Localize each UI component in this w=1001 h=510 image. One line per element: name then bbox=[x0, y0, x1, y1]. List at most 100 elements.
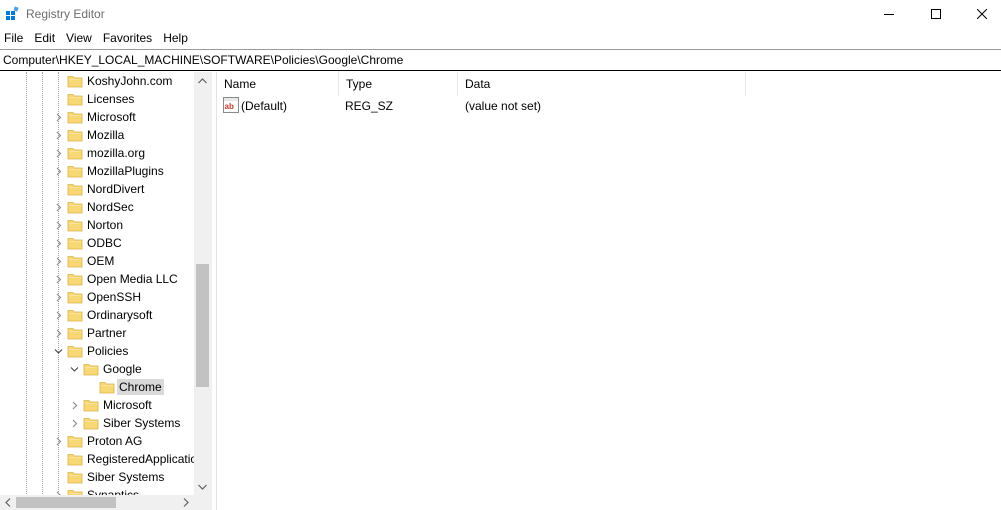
values-list[interactable]: Name Type Data ab (Default) REG_SZ (valu… bbox=[217, 72, 1001, 510]
chevron-right-icon[interactable] bbox=[54, 203, 63, 212]
folder-icon bbox=[67, 436, 83, 448]
menu-view[interactable]: View bbox=[61, 29, 98, 48]
menu-edit[interactable]: Edit bbox=[29, 29, 61, 48]
tree-item-label: Open Media LLC bbox=[87, 272, 178, 286]
folder-icon bbox=[67, 76, 83, 88]
tree-item[interactable]: Open Media LLC bbox=[0, 270, 196, 288]
scroll-up-button[interactable] bbox=[194, 72, 211, 89]
tree-item[interactable]: KoshyJohn.com bbox=[0, 72, 196, 90]
tree-item[interactable]: Mozilla bbox=[0, 126, 196, 144]
chevron-right-icon[interactable] bbox=[54, 275, 63, 284]
chevron-right-icon[interactable] bbox=[54, 149, 63, 158]
tree-item[interactable]: Microsoft bbox=[0, 108, 196, 126]
maximize-icon bbox=[931, 9, 941, 19]
tree-item[interactable]: NordSec bbox=[0, 198, 196, 216]
minimize-button[interactable] bbox=[866, 0, 912, 28]
folder-icon bbox=[67, 238, 83, 250]
column-header-data[interactable]: Data bbox=[458, 72, 746, 96]
registry-key-tree[interactable]: KoshyJohn.com Licenses Microsoft Mozilla moz… bbox=[0, 72, 211, 510]
tree-item[interactable]: Chrome bbox=[0, 378, 196, 396]
chevron-left-icon bbox=[5, 498, 11, 507]
address-path[interactable]: Computer\HKEY_LOCAL_MACHINE\SOFTWARE\Pol… bbox=[3, 53, 403, 67]
chevron-right-icon[interactable] bbox=[54, 293, 63, 302]
folder-icon bbox=[67, 292, 83, 304]
tree-item[interactable]: Siber Systems bbox=[0, 414, 196, 432]
scroll-down-button[interactable] bbox=[194, 478, 211, 495]
tree-item[interactable]: Microsoft bbox=[0, 396, 196, 414]
tree-item[interactable]: MozillaPlugins bbox=[0, 162, 196, 180]
chevron-right-icon[interactable] bbox=[54, 113, 63, 122]
registry-editor-icon bbox=[6, 6, 19, 20]
vertical-scroll-thumb[interactable] bbox=[196, 264, 209, 387]
chevron-down-icon[interactable] bbox=[54, 347, 63, 356]
scroll-right-button[interactable] bbox=[178, 495, 194, 510]
tree-item[interactable]: Google bbox=[0, 360, 196, 378]
tree-item[interactable]: Siber Systems bbox=[0, 468, 196, 486]
tree-item[interactable]: OEM bbox=[0, 252, 196, 270]
tree-item[interactable]: Policies bbox=[0, 342, 196, 360]
folder-icon bbox=[67, 472, 83, 484]
menu-help[interactable]: Help bbox=[158, 29, 194, 48]
close-icon bbox=[977, 9, 987, 19]
tree-item[interactable]: Ordinarysoft bbox=[0, 306, 196, 324]
chevron-right-icon[interactable] bbox=[54, 131, 63, 140]
tree-item[interactable]: OpenSSH bbox=[0, 288, 196, 306]
scroll-left-button[interactable] bbox=[0, 495, 16, 510]
chevron-down-icon[interactable] bbox=[70, 365, 79, 374]
tree-item-label: Microsoft bbox=[87, 110, 136, 124]
column-header-type[interactable]: Type bbox=[339, 72, 458, 96]
menu-bar: File Edit View Favorites Help bbox=[0, 29, 1001, 48]
minimize-icon bbox=[884, 14, 894, 15]
tree-item[interactable]: Proton AG bbox=[0, 432, 196, 450]
column-header-name[interactable]: Name bbox=[217, 72, 339, 96]
address-bar[interactable]: Computer\HKEY_LOCAL_MACHINE\SOFTWARE\Pol… bbox=[0, 49, 1001, 71]
folder-icon bbox=[67, 256, 83, 268]
folder-icon bbox=[83, 364, 99, 376]
tree-item-label: Ordinarysoft bbox=[87, 308, 153, 322]
chevron-right-icon[interactable] bbox=[70, 401, 79, 410]
tree-item-label: Microsoft bbox=[103, 398, 152, 412]
maximize-button[interactable] bbox=[913, 0, 959, 28]
chevron-right-icon[interactable] bbox=[54, 221, 63, 230]
chevron-right-icon[interactable] bbox=[54, 437, 63, 446]
tree-item-label: KoshyJohn.com bbox=[87, 74, 173, 88]
chevron-right-icon[interactable] bbox=[54, 239, 63, 248]
menu-favorites[interactable]: Favorites bbox=[98, 29, 158, 48]
chevron-right-icon[interactable] bbox=[54, 329, 63, 338]
string-value-icon: ab bbox=[223, 97, 239, 113]
tree-item-label: Norton bbox=[87, 218, 124, 232]
folder-icon bbox=[67, 310, 83, 322]
tree-item[interactable]: Partner bbox=[0, 324, 196, 342]
chevron-right-icon[interactable] bbox=[54, 257, 63, 266]
tree-item-label: Partner bbox=[87, 326, 127, 340]
chevron-right-icon[interactable] bbox=[54, 311, 63, 320]
tree-item-label: NordSec bbox=[87, 200, 134, 214]
folder-icon bbox=[67, 274, 83, 286]
tree-item-label: Chrome bbox=[117, 379, 164, 395]
folder-icon bbox=[67, 112, 83, 124]
tree-item[interactable]: ODBC bbox=[0, 234, 196, 252]
chevron-right-icon[interactable] bbox=[70, 419, 79, 428]
tree-horizontal-scrollbar[interactable] bbox=[0, 495, 211, 510]
value-data: (value not set) bbox=[465, 99, 542, 113]
value-row[interactable]: ab (Default) REG_SZ (value not set) bbox=[217, 96, 1001, 114]
tree-item-label: Policies bbox=[87, 344, 129, 358]
chevron-right-icon[interactable] bbox=[54, 167, 63, 176]
tree-item[interactable]: NordDivert bbox=[0, 180, 196, 198]
horizontal-scroll-thumb[interactable] bbox=[16, 497, 116, 508]
menu-file[interactable]: File bbox=[0, 29, 29, 48]
chevron-down-icon bbox=[198, 484, 207, 490]
tree-item[interactable]: mozilla.org bbox=[0, 144, 196, 162]
tree-item[interactable]: Licenses bbox=[0, 90, 196, 108]
tree-item[interactable]: Norton bbox=[0, 216, 196, 234]
tree-item-label: MozillaPlugins bbox=[87, 164, 164, 178]
close-button[interactable] bbox=[959, 0, 1001, 28]
folder-icon bbox=[67, 94, 83, 106]
tree-item-label: ODBC bbox=[87, 236, 122, 250]
folder-icon bbox=[67, 130, 83, 142]
tree-item-label: Google bbox=[103, 362, 142, 376]
tree-item[interactable]: RegisteredApplications bbox=[0, 450, 210, 468]
tree-item-label: Licenses bbox=[87, 92, 135, 106]
folder-icon bbox=[67, 346, 83, 358]
tree-vertical-scrollbar[interactable] bbox=[194, 72, 211, 495]
